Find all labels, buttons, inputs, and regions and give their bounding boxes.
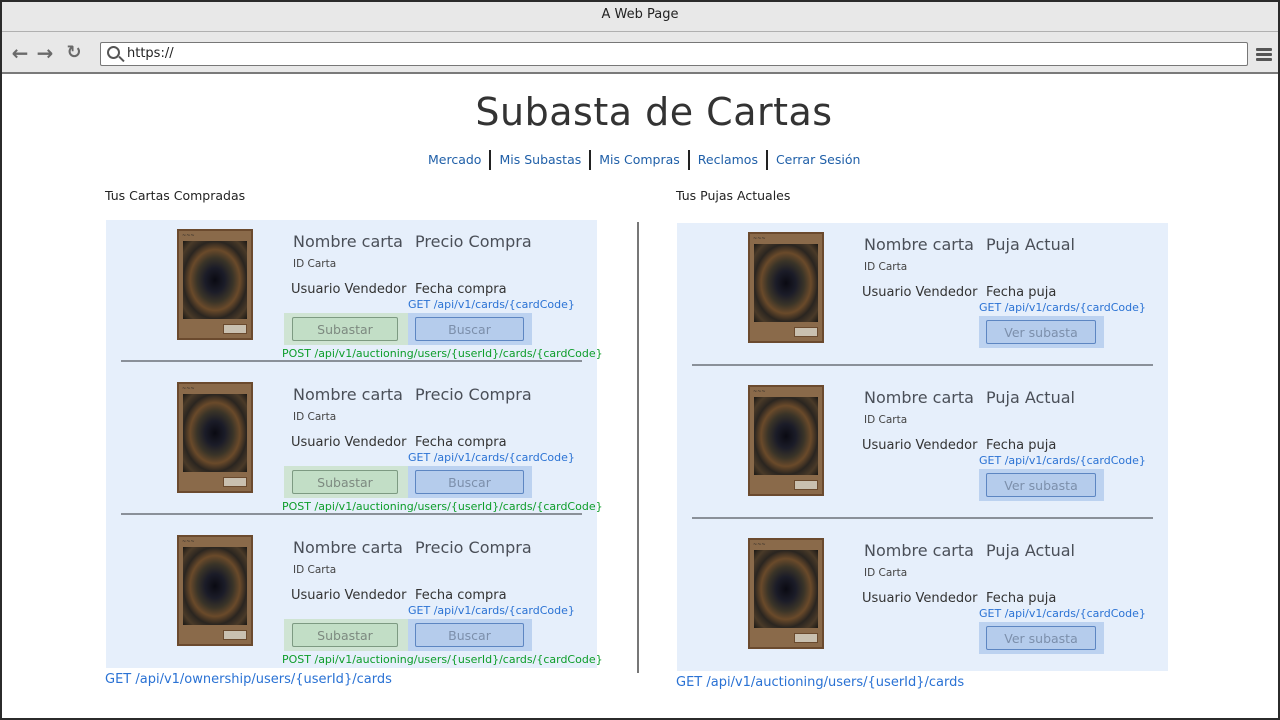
seller-user: Usuario Vendedor [291,435,407,450]
card-image: ~~~ [177,382,253,493]
card-id: ID Carta [864,567,908,579]
api-get-card: GET /api/v1/cards/{cardCode} [408,451,575,464]
auction-button[interactable]: Subastar [292,623,398,647]
item-divider [692,364,1153,366]
browser-toolbar: ← → ↻ https:// [2,32,1278,74]
search-button[interactable]: Buscar [415,317,524,341]
current-bid: Puja Actual [986,541,1075,560]
view-auction-button[interactable]: Ver subasta [986,626,1096,650]
card-id: ID Carta [293,564,337,576]
auction-button[interactable]: Subastar [292,317,398,341]
api-get-ownership: GET /api/v1/ownership/users/{userId}/car… [105,672,392,687]
bid-date: Fecha puja [986,591,1057,606]
card-id: ID Carta [293,258,337,270]
card-name: Nombre carta [864,388,974,407]
bid-date: Fecha puja [986,438,1057,453]
card-name: Nombre carta [293,538,403,557]
seller-user: Usuario Vendedor [862,285,978,300]
card-image: ~~~ [748,385,824,496]
item-divider [121,360,582,362]
main-nav: Mercado Mis Subastas Mis Compras Reclamo… [420,150,868,170]
purchase-price: Precio Compra [415,232,532,251]
view-auction-button[interactable]: Ver subasta [986,320,1096,344]
seller-user: Usuario Vendedor [862,438,978,453]
window-title: A Web Page [2,2,1278,32]
card-name: Nombre carta [293,232,403,251]
card-id: ID Carta [864,414,908,426]
purchased-section-label: Tus Cartas Compradas [105,188,246,203]
api-get-card: GET /api/v1/cards/{cardCode} [408,604,575,617]
seller-user: Usuario Vendedor [862,591,978,606]
card-name: Nombre carta [293,385,403,404]
card-name: Nombre carta [864,235,974,254]
forward-arrow-icon[interactable]: → [35,43,55,64]
page-title: Subasta de Cartas [475,90,833,134]
card-image: ~~~ [177,535,253,646]
current-bid: Puja Actual [986,388,1075,407]
card-image: ~~~ [748,232,824,343]
bid-date: Fecha puja [986,285,1057,300]
card-image: ~~~ [748,538,824,649]
reload-icon[interactable]: ↻ [64,44,84,64]
item-divider [692,517,1153,519]
api-get-card: GET /api/v1/cards/{cardCode} [408,298,575,311]
nav-mis-subastas[interactable]: Mis Subastas [491,150,592,170]
card-id: ID Carta [293,411,337,423]
bids-section-label: Tus Pujas Actuales [676,188,791,203]
menu-icon[interactable] [1256,48,1272,62]
api-post-auction: POST /api/v1/auctioning/users/{userId}/c… [282,653,603,666]
column-divider [637,222,639,673]
card-id: ID Carta [864,261,908,273]
address-url: https:// [127,46,174,61]
nav-mercado[interactable]: Mercado [420,150,492,170]
nav-reclamos[interactable]: Reclamos [690,150,768,170]
api-get-card: GET /api/v1/cards/{cardCode} [979,607,1146,620]
card-image: ~~~ [177,229,253,340]
search-button[interactable]: Buscar [415,470,524,494]
card-name: Nombre carta [864,541,974,560]
purchase-price: Precio Compra [415,538,532,557]
api-post-auction: POST /api/v1/auctioning/users/{userId}/c… [282,500,603,513]
nav-mis-compras[interactable]: Mis Compras [591,150,690,170]
purchase-date: Fecha compra [415,588,507,603]
purchase-price: Precio Compra [415,385,532,404]
search-button[interactable]: Buscar [415,623,524,647]
seller-user: Usuario Vendedor [291,588,407,603]
api-post-auction: POST /api/v1/auctioning/users/{userId}/c… [282,347,603,360]
browser-window: A Web Page ← → ↻ https:// Subasta de Car… [0,0,1280,720]
back-arrow-icon[interactable]: ← [10,43,30,64]
nav-cerrar-sesion[interactable]: Cerrar Sesión [768,150,868,170]
api-get-card: GET /api/v1/cards/{cardCode} [979,301,1146,314]
purchase-date: Fecha compra [415,282,507,297]
view-auction-button[interactable]: Ver subasta [986,473,1096,497]
api-get-auctioning: GET /api/v1/auctioning/users/{userId}/ca… [676,675,965,690]
address-bar[interactable]: https:// [100,42,1248,66]
current-bid: Puja Actual [986,235,1075,254]
purchase-date: Fecha compra [415,435,507,450]
api-get-card: GET /api/v1/cards/{cardCode} [979,454,1146,467]
search-icon [107,46,120,59]
item-divider [121,513,582,515]
seller-user: Usuario Vendedor [291,282,407,297]
auction-button[interactable]: Subastar [292,470,398,494]
